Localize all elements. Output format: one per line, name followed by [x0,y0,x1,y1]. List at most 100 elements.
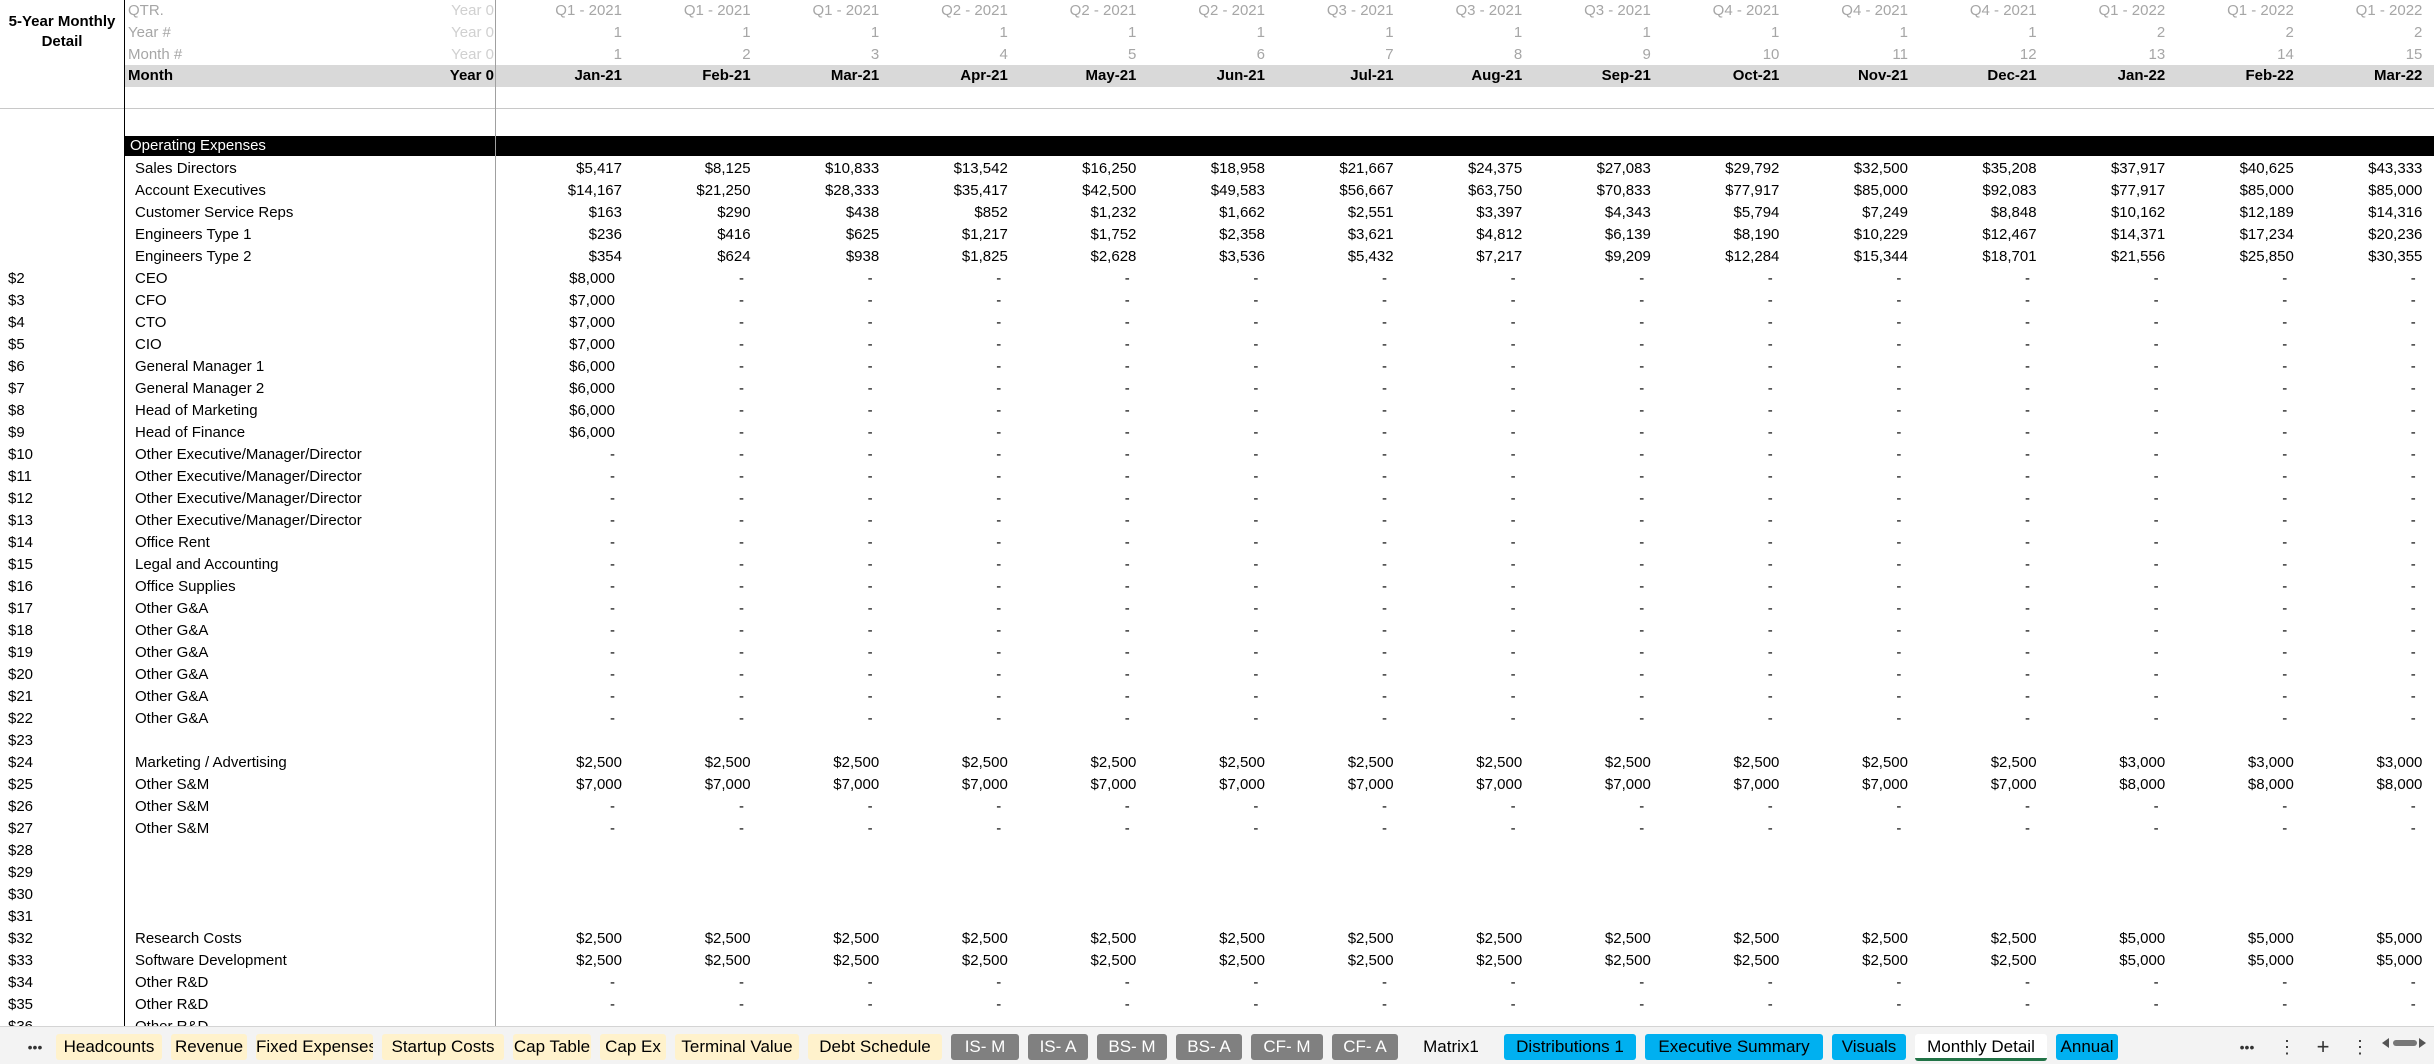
value-cell[interactable]: - [2177,444,2287,466]
value-cell[interactable]: $416 [641,224,750,246]
value-cell[interactable]: - [2049,488,2159,510]
value-cell[interactable]: - [1791,994,1901,1016]
value-cell[interactable]: - [1406,444,1516,466]
value-cell[interactable]: $3,621 [1284,224,1394,246]
value-cell[interactable]: $2,551 [1284,202,1394,224]
value-cell[interactable]: - [1920,400,2030,422]
value-cell[interactable]: $2,500 [1284,928,1394,950]
value-cell[interactable]: - [2306,312,2416,334]
value-cell[interactable]: $7,000 [1927,774,2037,796]
row-label[interactable]: Other Executive/Manager/Director [135,510,362,532]
value-cell[interactable]: - [1277,356,1387,378]
value-cell[interactable]: - [891,378,1001,400]
value-cell[interactable]: - [1406,664,1516,686]
value-cell[interactable]: - [1920,312,2030,334]
value-cell[interactable]: - [1020,466,1130,488]
value-cell[interactable]: - [1663,642,1773,664]
value-cell[interactable]: - [1534,378,1644,400]
value-cell[interactable]: $3,000 [2184,752,2294,774]
value-cell[interactable]: - [1406,312,1516,334]
sheet-tab-bs-a[interactable]: BS- A [1176,1034,1242,1060]
tabs-scroll-left-more[interactable]: ••• [18,1033,52,1061]
value-cell[interactable]: - [1020,312,1130,334]
value-cell[interactable]: $2,500 [769,950,879,972]
value-cell[interactable]: - [891,400,1001,422]
value-cell[interactable]: - [1148,334,1258,356]
value-cell[interactable]: - [1791,598,1901,620]
sheet-tab-debt-schedule[interactable]: Debt Schedule [808,1034,942,1060]
value-cell[interactable]: $7,217 [1412,246,1522,268]
value-cell[interactable]: - [1663,422,1773,444]
value-cell[interactable]: - [1406,818,1516,840]
value-cell[interactable]: - [634,466,744,488]
value-cell[interactable]: - [1406,994,1516,1016]
value-cell[interactable]: - [2177,818,2287,840]
value-cell[interactable]: $7,000 [1412,774,1522,796]
value-cell[interactable]: - [2049,312,2159,334]
value-cell[interactable]: - [2177,488,2287,510]
value-cell[interactable]: - [1534,422,1644,444]
value-cell[interactable]: - [1148,554,1258,576]
value-cell[interactable]: - [1920,796,2030,818]
row-label[interactable]: Other G&A [135,620,208,642]
value-cell[interactable]: - [1663,334,1773,356]
value-cell[interactable]: - [763,796,873,818]
row-label[interactable]: Other G&A [135,642,208,664]
value-cell[interactable]: $5,000 [2312,950,2423,972]
value-cell[interactable]: $3,536 [1155,246,1265,268]
value-cell[interactable]: $9,209 [1541,246,1651,268]
value-cell[interactable]: - [1534,796,1644,818]
value-cell[interactable]: $290 [641,202,750,224]
value-cell[interactable]: - [1020,686,1130,708]
value-cell[interactable]: - [2306,686,2416,708]
value-cell[interactable]: $70,833 [1541,180,1651,202]
value-cell[interactable]: $8,000 [2184,774,2294,796]
sheet-tab-distributions-1[interactable]: Distributions 1 [1504,1034,1636,1060]
value-cell[interactable]: - [505,488,615,510]
value-cell[interactable]: - [1791,686,1901,708]
value-cell[interactable]: $21,250 [641,180,750,202]
value-cell[interactable]: - [1534,554,1644,576]
row-label[interactable]: General Manager 1 [135,356,264,378]
row-label[interactable]: CIO [135,334,162,356]
value-cell[interactable]: $624 [641,246,750,268]
value-cell[interactable]: $5,432 [1284,246,1394,268]
value-cell[interactable]: - [505,598,615,620]
value-cell[interactable]: - [1791,708,1901,730]
value-cell[interactable]: - [891,972,1001,994]
value-cell[interactable]: - [1791,554,1901,576]
value-cell[interactable]: - [891,444,1001,466]
value-cell[interactable]: - [1020,488,1130,510]
value-cell[interactable]: - [1534,576,1644,598]
value-cell[interactable]: $18,958 [1155,158,1265,180]
value-cell[interactable]: - [1148,796,1258,818]
value-cell[interactable]: - [1791,796,1901,818]
value-cell[interactable]: - [1534,488,1644,510]
tab-settings-icon[interactable]: ⋮ [2345,1033,2375,1061]
value-cell[interactable]: $2,500 [1412,928,1522,950]
value-cell[interactable]: - [1791,488,1901,510]
value-cell[interactable]: - [763,290,873,312]
value-cell[interactable]: $1,662 [1155,202,1265,224]
value-cell[interactable]: - [1791,532,1901,554]
value-cell[interactable]: $37,917 [2055,158,2165,180]
value-cell[interactable]: $1,232 [1026,202,1137,224]
value-cell[interactable]: - [1406,576,1516,598]
value-cell[interactable]: - [2306,642,2416,664]
value-cell[interactable]: - [2049,972,2159,994]
value-cell[interactable]: - [1020,510,1130,532]
value-cell[interactable]: - [1406,334,1516,356]
value-cell[interactable]: - [2049,576,2159,598]
value-cell[interactable]: - [2306,466,2416,488]
value-cell[interactable]: $2,500 [1669,928,1780,950]
value-cell[interactable]: - [1920,664,2030,686]
value-cell[interactable]: - [1920,466,2030,488]
value-cell[interactable]: - [2177,268,2287,290]
value-cell[interactable]: - [2049,686,2159,708]
row-label[interactable]: Other S&M [135,818,209,840]
value-cell[interactable]: $438 [769,202,879,224]
value-cell[interactable]: - [1534,510,1644,532]
value-cell[interactable]: $2,500 [1927,950,2037,972]
value-cell[interactable]: - [2049,334,2159,356]
value-cell[interactable]: - [1148,268,1258,290]
